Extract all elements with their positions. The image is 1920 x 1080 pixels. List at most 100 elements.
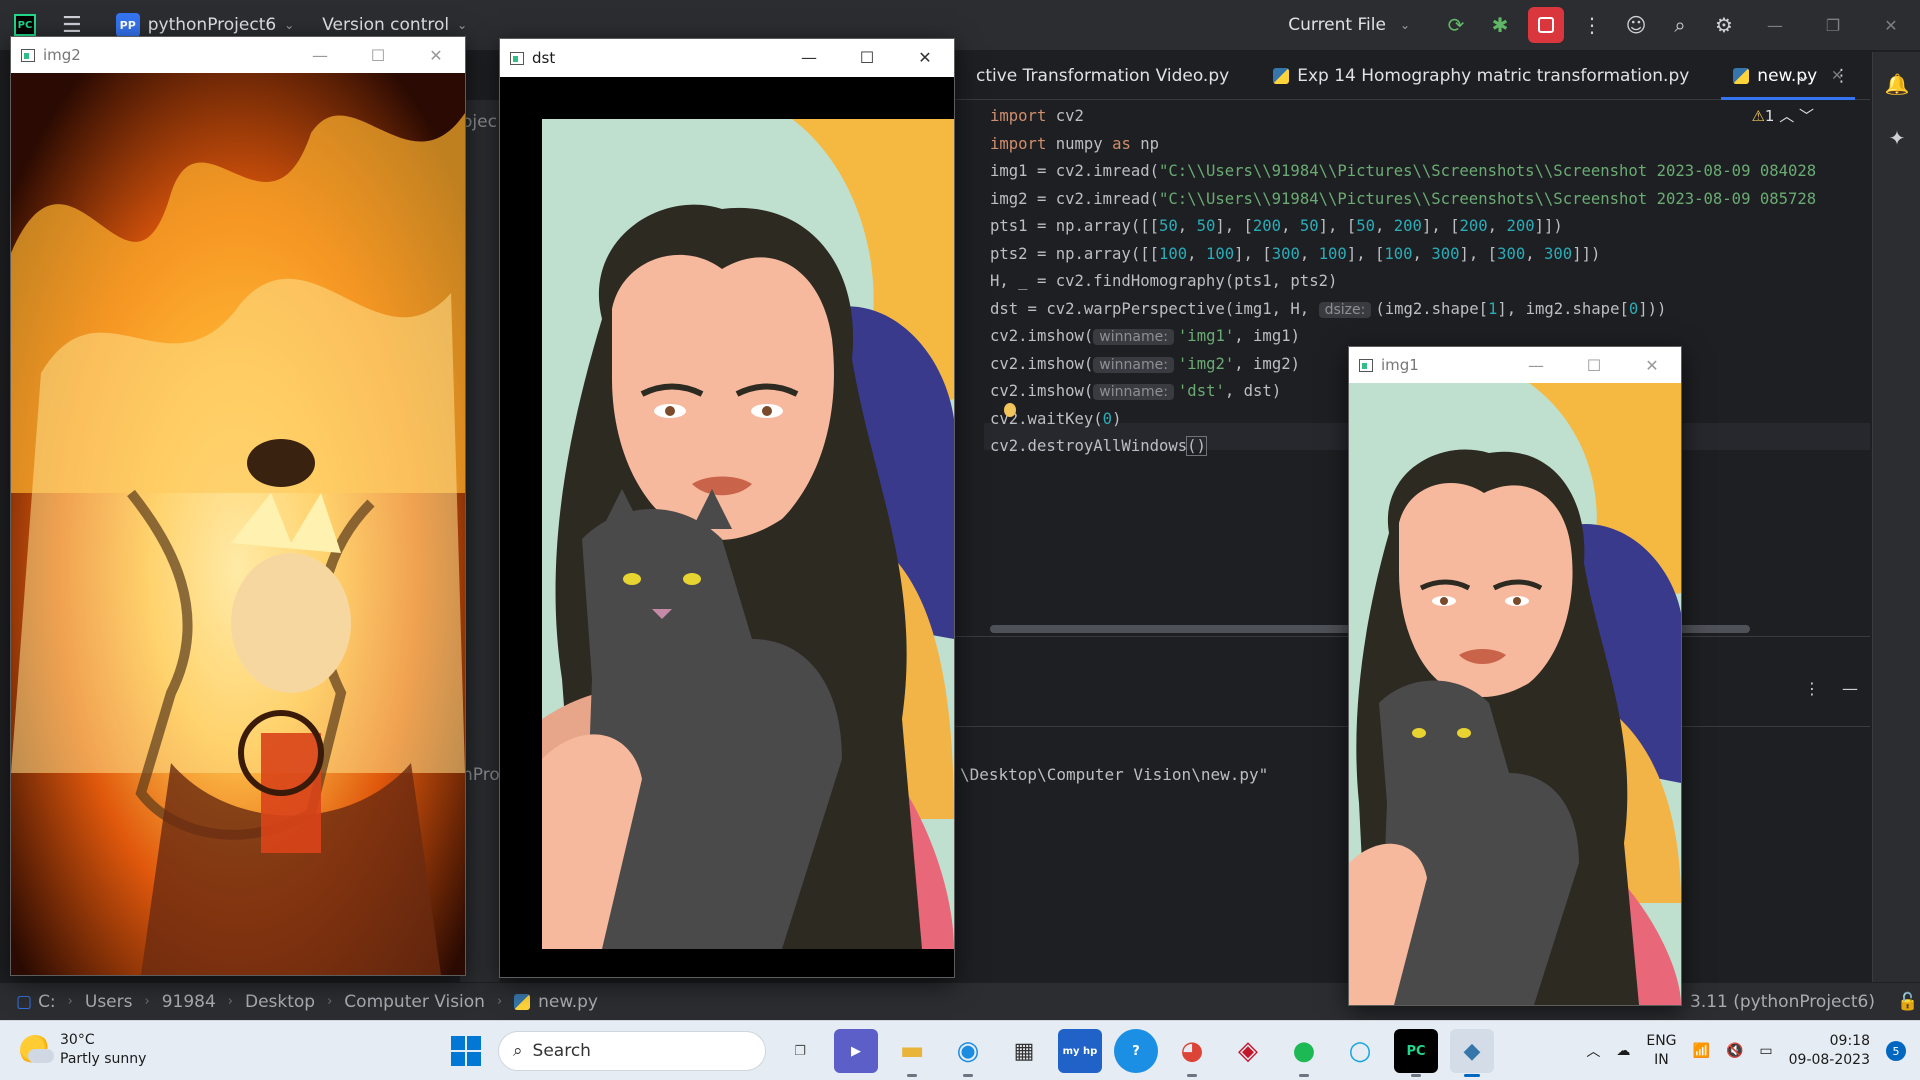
python-icon[interactable]: ◆ [1450, 1029, 1494, 1077]
run-output-text: \Desktop\Computer Vision\new.py" [960, 765, 1269, 784]
more-tabs-icon[interactable]: ⋮ [1833, 66, 1850, 86]
lightbulb-icon[interactable] [1004, 403, 1016, 417]
window-title-bar[interactable]: dst — ☐ ✕ [500, 39, 954, 77]
maximize-button[interactable]: ☐ [349, 37, 407, 73]
stop-icon [1538, 17, 1554, 33]
minimize-button[interactable]: — [1507, 347, 1565, 383]
chevron-down-icon[interactable]: ⌄ [457, 18, 467, 32]
breadcrumb-item[interactable]: C: [38, 992, 56, 1012]
clock[interactable]: 09:18 09-08-2023 [1789, 1032, 1870, 1070]
hide-panel-icon[interactable]: — [1842, 679, 1858, 698]
add-user-icon[interactable]: ☺ [1614, 0, 1658, 50]
maximize-button[interactable]: ☐ [838, 39, 896, 75]
img2-image [11, 73, 465, 975]
version-control-menu[interactable]: Version control [322, 15, 449, 35]
notification-badge[interactable]: 5 [1886, 1041, 1906, 1061]
window-icon [21, 48, 35, 62]
language-code: ENG [1646, 1033, 1677, 1049]
img1-image [1349, 383, 1681, 1005]
window-title: img2 [43, 46, 81, 64]
interpreter-selector[interactable]: 3.11 (pythonProject6) [1690, 992, 1875, 1012]
code-line: cv2.destroyAllWindows() [990, 436, 1207, 456]
chevron-down-icon[interactable]: ⌄ [284, 18, 294, 32]
chevron-down-icon: ⌄ [1399, 18, 1410, 32]
rerun-icon[interactable]: ⟳ [1434, 0, 1478, 50]
stop-button[interactable] [1528, 7, 1564, 43]
more-options-icon[interactable]: ⋮ [1804, 679, 1820, 698]
close-button[interactable]: ✕ [1623, 347, 1681, 383]
project-name[interactable]: pythonProject6 [148, 15, 276, 35]
time: 09:18 [1829, 1033, 1870, 1049]
mcafee-icon[interactable]: ◈ [1226, 1029, 1270, 1073]
gear-icon[interactable]: ⚙ [1702, 0, 1746, 50]
temperature: 30°C [60, 1032, 95, 1048]
pycharm-icon[interactable]: PC [1394, 1029, 1438, 1077]
ai-assistant-icon[interactable]: ✦ [1873, 116, 1920, 160]
store-icon[interactable]: ▦ [1002, 1029, 1046, 1073]
maximize-button[interactable]: ☐ [1565, 347, 1623, 383]
minimize-button[interactable]: — [780, 39, 838, 75]
inspection-widget[interactable]: ⚠1 ︿ ﹀ [1751, 105, 1814, 126]
debug-icon[interactable]: ✱ [1478, 0, 1522, 50]
breadcrumb-item[interactable]: Computer Vision [344, 992, 485, 1012]
breadcrumb-item[interactable]: Users [85, 992, 133, 1012]
code-line: img1 = cv2.imread("C:\\Users\\91984\\Pic… [990, 162, 1817, 180]
chevron-down-icon[interactable]: ⌄ [1797, 66, 1811, 86]
code-line: pts1 = np.array([[50, 50], [200, 50], [5… [990, 217, 1563, 235]
task-view-icon[interactable]: ❐ [778, 1029, 822, 1073]
img1-window[interactable]: img1 — ☐ ✕ [1348, 346, 1682, 1006]
breadcrumb: ▢ C: › Users › 91984 › Desktop › Computer Vi… [16, 991, 598, 1012]
close-button[interactable]: ✕ [896, 39, 954, 75]
img2-window[interactable]: img2 — ☐ ✕ [10, 36, 466, 976]
code-line: dst = cv2.warpPerspective(img1, H, dsize… [990, 299, 1667, 318]
spotify-icon[interactable]: ● [1282, 1029, 1326, 1077]
close-button[interactable]: ✕ [1862, 0, 1920, 50]
language-indicator[interactable]: ENG IN [1646, 1032, 1676, 1070]
dst-window[interactable]: dst — ☐ ✕ [499, 38, 955, 978]
breadcrumb-item[interactable]: Desktop [245, 992, 315, 1012]
run-configuration-selector[interactable]: Current File ⌄ [1288, 15, 1410, 35]
mute-icon[interactable]: 🔇 [1726, 1043, 1743, 1059]
restore-button[interactable]: ❐ [1804, 0, 1862, 50]
file-explorer-icon[interactable]: ▬ [890, 1029, 934, 1077]
project-badge[interactable]: PP [115, 13, 140, 37]
notifications-icon[interactable]: 🔔 [1873, 62, 1920, 106]
lock-icon[interactable]: 🔓 [1897, 992, 1918, 1012]
minimize-button[interactable]: — [291, 37, 349, 73]
pycharm-logo: PC [14, 14, 36, 36]
run-config-label: Current File [1288, 15, 1386, 35]
start-button[interactable] [446, 1031, 486, 1071]
tab-homography[interactable]: Exp 14 Homography matric transformation.… [1251, 52, 1711, 100]
taskbar-search[interactable]: ⌕ Search [498, 1031, 766, 1071]
edge-icon[interactable]: ◉ [946, 1029, 990, 1077]
main-menu-icon[interactable]: ☰ [62, 13, 82, 38]
breadcrumb-item[interactable]: 91984 [162, 992, 216, 1012]
battery-icon[interactable]: ▭ [1759, 1043, 1772, 1059]
right-tool-strip: 🔔 ✦ [1872, 52, 1920, 982]
chrome-icon[interactable]: ◕ [1170, 1029, 1214, 1077]
code-line: pts2 = np.array([[100, 100], [300, 100],… [990, 244, 1601, 263]
project-tree-fragment: ojec [462, 112, 497, 132]
tab-perspective-video[interactable]: ctive Transformation Video.py [954, 52, 1251, 100]
warped-portrait-illustration [500, 77, 954, 977]
python-file-icon [514, 993, 531, 1010]
warning-icon: ⚠ [1751, 107, 1765, 125]
breadcrumb-item[interactable]: new.py [538, 992, 598, 1012]
myhp-icon[interactable]: my hp [1058, 1029, 1102, 1073]
more-actions-icon[interactable]: ⋮ [1570, 0, 1614, 50]
chevron-up-icon[interactable]: ︿ [1586, 1041, 1600, 1061]
minimize-button[interactable]: — [1746, 0, 1804, 50]
code-line: H, _ = cv2.findHomography(pts1, pts2) [990, 272, 1338, 290]
onedrive-icon[interactable]: ☁ [1616, 1043, 1630, 1059]
wifi-icon[interactable]: 📶 [1693, 1043, 1710, 1059]
teams-icon[interactable]: ▶ [834, 1029, 878, 1073]
window-title-bar[interactable]: img2 — ☐ ✕ [11, 37, 465, 73]
code-line: import numpy as np [990, 134, 1160, 153]
help-icon[interactable]: ? [1114, 1029, 1158, 1073]
editor-tab-bar: ctive Transformation Video.py Exp 14 Hom… [954, 52, 1870, 100]
cortana-icon[interactable]: ○ [1338, 1029, 1382, 1073]
window-title-bar[interactable]: img1 — ☐ ✕ [1349, 347, 1681, 383]
weather-widget[interactable]: 30°C Partly sunny [20, 1031, 146, 1069]
close-button[interactable]: ✕ [407, 37, 465, 73]
search-icon[interactable]: ⌕ [1658, 0, 1702, 50]
